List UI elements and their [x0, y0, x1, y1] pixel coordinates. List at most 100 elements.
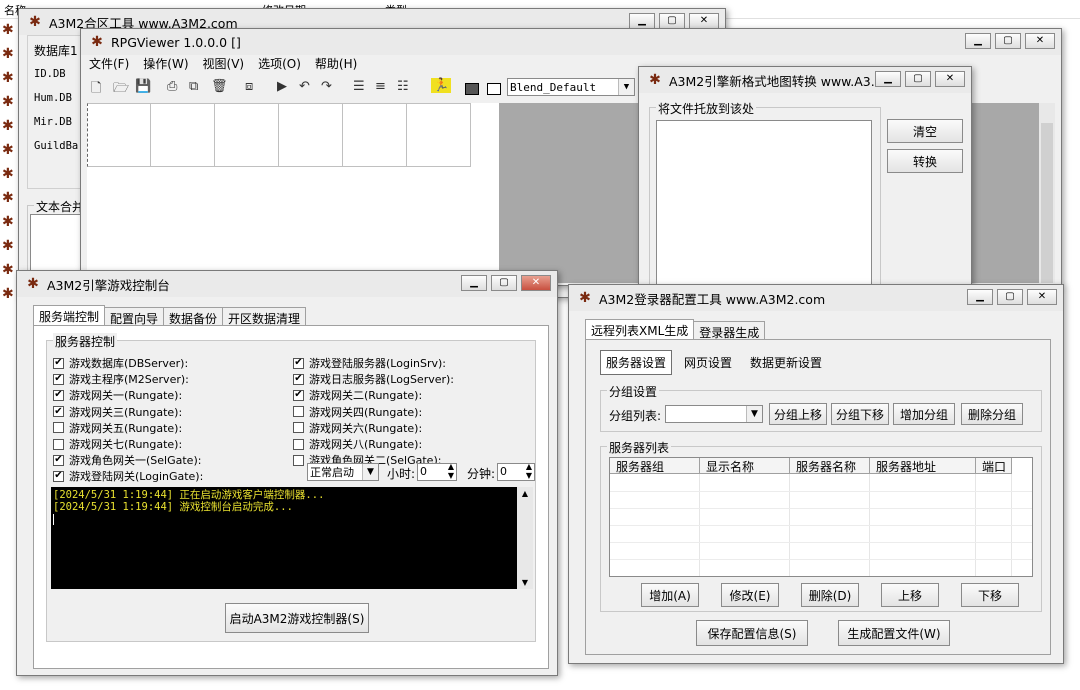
checkmark-icon[interactable]: ✔: [53, 454, 64, 466]
close-button[interactable]: ✕: [521, 275, 551, 291]
new-file-icon[interactable]: 🗋: [91, 79, 101, 101]
file-icon[interactable]: ✱: [2, 142, 18, 166]
server-checkbox[interactable]: 游戏网关五(Rungate):: [53, 420, 182, 436]
menu-item[interactable]: 文件(F): [89, 55, 129, 73]
file-icon[interactable]: ✱: [2, 190, 18, 214]
file-icon[interactable]: ✱: [2, 22, 18, 46]
fill-rect-icon[interactable]: [465, 83, 479, 95]
maximize-button[interactable]: ▢: [997, 289, 1023, 305]
database-item[interactable]: ID.DB: [34, 68, 66, 80]
subtab-login-1[interactable]: 网页设置: [678, 350, 739, 375]
server-checkbox[interactable]: 游戏网关七(Rungate):: [53, 436, 182, 452]
group-button-1[interactable]: 分组下移: [831, 403, 889, 425]
file-drop-area[interactable]: [656, 120, 872, 290]
maximize-button[interactable]: ▢: [905, 71, 931, 87]
save-config-button[interactable]: 保存配置信息(S): [696, 620, 808, 646]
tile-cell[interactable]: [343, 103, 407, 167]
server-checkbox[interactable]: ✔ 游戏登陆网关(LoginGate):: [53, 468, 203, 484]
spin-down-icon[interactable]: ▼: [526, 471, 532, 480]
console-titlebar[interactable]: ✱ A3M2引擎游戏控制台 ▁ ▢ ✕: [17, 271, 557, 297]
server-checkbox[interactable]: ✔ 游戏网关一(Rungate):: [53, 387, 182, 403]
blend-select[interactable]: Blend_Default ▼: [507, 78, 635, 96]
menu-item[interactable]: 视图(V): [203, 55, 245, 73]
start-controller-button[interactable]: 启动A3M2游戏控制器(S): [225, 603, 369, 633]
tile-cell[interactable]: [151, 103, 215, 167]
list-icon[interactable]: ☷: [397, 79, 409, 94]
copy-icon[interactable]: ⧉: [189, 79, 198, 94]
maximize-button[interactable]: ▢: [995, 33, 1021, 49]
file-icon[interactable]: ✱: [2, 214, 18, 238]
database-item[interactable]: Mir.DB: [34, 116, 72, 128]
row-button-2[interactable]: 删除(D): [801, 583, 859, 607]
checkbox-empty-icon[interactable]: [293, 454, 304, 466]
close-button[interactable]: ✕: [1027, 289, 1057, 305]
row-button-3[interactable]: 上移: [881, 583, 939, 607]
print-icon[interactable]: ⎙: [167, 79, 177, 94]
clear-button[interactable]: 清空: [887, 119, 963, 143]
spin-up-icon[interactable]: ▲: [526, 462, 532, 471]
tile-cell[interactable]: [407, 103, 471, 167]
database-item[interactable]: Hum.DB: [34, 92, 72, 104]
spin-up-icon[interactable]: ▲: [448, 462, 454, 471]
menu-item[interactable]: 帮助(H): [315, 55, 357, 73]
file-icon[interactable]: ✱: [2, 94, 18, 118]
minimize-button[interactable]: ▁: [629, 13, 655, 29]
file-icon[interactable]: ✱: [2, 46, 18, 70]
file-icon[interactable]: ✱: [2, 238, 18, 262]
tile-cell[interactable]: [279, 103, 343, 167]
file-icon[interactable]: ✱: [2, 70, 18, 94]
group-button-0[interactable]: 分组上移: [769, 403, 827, 425]
hour-spinner[interactable]: 0 ▲ ▼: [417, 462, 457, 481]
tile-cell[interactable]: [87, 103, 151, 167]
server-checkbox[interactable]: ✔ 游戏登陆服务器(LoginSrv):: [293, 355, 446, 371]
checkmark-icon[interactable]: ✔: [293, 389, 304, 401]
group-button-3[interactable]: 删除分组: [961, 403, 1023, 425]
chevron-down-icon[interactable]: ▼: [746, 406, 762, 422]
row-button-1[interactable]: 修改(E): [721, 583, 779, 607]
layers-icon[interactable]: ⧈: [245, 79, 253, 94]
server-checkbox[interactable]: 游戏网关八(Rungate):: [293, 436, 422, 452]
checkbox-empty-icon[interactable]: [53, 438, 64, 450]
align-center-icon[interactable]: ≡: [375, 79, 386, 94]
database-item[interactable]: GuildBa: [34, 140, 78, 152]
file-icon[interactable]: ✱: [2, 118, 18, 142]
minimize-button[interactable]: ▁: [967, 289, 993, 305]
character-icon[interactable]: 🏃: [431, 78, 452, 93]
server-checkbox[interactable]: ✔ 游戏网关三(Rungate):: [53, 404, 182, 420]
tile-cell[interactable]: [215, 103, 279, 167]
subtab-login-0[interactable]: 服务器设置: [600, 350, 673, 375]
start-mode-select[interactable]: 正常启动 ▼: [307, 463, 379, 481]
file-icon[interactable]: ✱: [2, 166, 18, 190]
delete-icon[interactable]: 🗑: [211, 79, 228, 94]
menu-item[interactable]: 选项(O): [258, 55, 301, 73]
column-header[interactable]: 服务器组: [610, 458, 700, 474]
close-button[interactable]: ✕: [689, 13, 719, 29]
spin-down-icon[interactable]: ▼: [448, 471, 454, 480]
server-checkbox[interactable]: ✔ 游戏日志服务器(LogServer):: [293, 371, 454, 387]
open-folder-icon[interactable]: 🗁: [113, 79, 129, 101]
checkbox-empty-icon[interactable]: [53, 422, 64, 434]
maximize-button[interactable]: ▢: [659, 13, 685, 29]
server-checkbox[interactable]: ✔ 游戏角色网关一(SelGate):: [53, 452, 201, 468]
server-table[interactable]: 服务器组 显示名称 服务器名称 服务器地址 端口: [609, 457, 1033, 577]
minute-spinner[interactable]: 0 ▲ ▼: [497, 462, 535, 481]
convert-button[interactable]: 转换: [887, 149, 963, 173]
checkmark-icon[interactable]: ✔: [293, 357, 304, 369]
column-header[interactable]: 服务器地址: [870, 458, 976, 474]
server-checkbox[interactable]: ✔ 游戏主程序(M2Server):: [53, 371, 189, 387]
undo-icon[interactable]: ↶: [299, 79, 310, 94]
log-scrollbar[interactable]: ▲ ▼: [517, 487, 533, 589]
close-button[interactable]: ✕: [1025, 33, 1055, 49]
maximize-button[interactable]: ▢: [491, 275, 517, 291]
checkmark-icon[interactable]: ✔: [53, 373, 64, 385]
group-list-select[interactable]: ▼: [665, 405, 763, 423]
redo-icon[interactable]: ↷: [321, 79, 332, 94]
row-button-0[interactable]: 增加(A): [641, 583, 699, 607]
checkbox-empty-icon[interactable]: [293, 406, 304, 418]
vertical-scrollbar[interactable]: [1039, 103, 1055, 283]
group-button-2[interactable]: 增加分组: [893, 403, 955, 425]
row-button-4[interactable]: 下移: [961, 583, 1019, 607]
column-header[interactable]: 服务器名称: [790, 458, 870, 474]
checkmark-icon[interactable]: ✔: [53, 389, 64, 401]
column-header[interactable]: 端口: [976, 458, 1012, 474]
